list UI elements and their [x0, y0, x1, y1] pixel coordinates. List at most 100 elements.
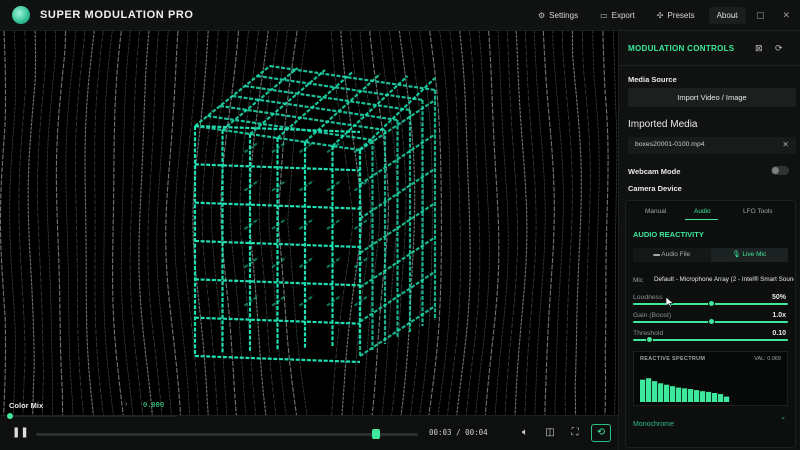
gain-label: Gain (Boost)	[633, 312, 672, 319]
mode-tabs: Manual Audio LFO Tools	[626, 201, 795, 221]
sparkle-icon: ✣	[656, 11, 664, 20]
camera-device-card: Manual Audio LFO Tools AUDIO REACTIVITY …	[625, 200, 796, 448]
loop-icon: ⟲	[596, 427, 606, 438]
spectrum-bar	[658, 383, 664, 402]
loudness-slider[interactable]	[633, 300, 788, 307]
file-name: boxes20001-0100.mp4	[635, 141, 705, 148]
spectrum-bar	[670, 386, 676, 402]
spectrum-bar	[694, 390, 700, 402]
gear-icon: ⚙	[538, 11, 546, 20]
lattice-cube	[193, 64, 437, 364]
pause-icon[interactable]: ❚❚	[12, 427, 29, 441]
live-mic-label: Live Mic	[742, 251, 767, 258]
close-icon[interactable]: ✕	[782, 10, 790, 21]
loop-button[interactable]: ⟲	[591, 424, 611, 442]
tab-manual[interactable]: Manual	[645, 208, 666, 215]
color-mix-value: 0.000	[143, 401, 165, 409]
threshold-value: 0.10	[772, 330, 786, 337]
panel-title: MODULATION CONTROLS	[628, 44, 735, 53]
seek-bar[interactable]	[36, 429, 418, 439]
spectrum-bar	[724, 396, 730, 402]
spectrum-bar	[706, 391, 712, 402]
total-time: 00:04	[465, 428, 488, 437]
close-panel-icon[interactable]: ⊠	[755, 43, 763, 54]
spectrum-title: REACTIVE SPECTRUM	[640, 356, 706, 362]
title-bar: SUPER MODULATION PRO ⚙ Settings ▭ Export ✣…	[0, 0, 800, 31]
color-mix-label: Color Mix	[9, 401, 44, 410]
split-view-icon[interactable]: ◫	[543, 427, 557, 441]
reactive-spectrum: REACTIVE SPECTRUM VAL: 0.069	[633, 351, 788, 406]
fullscreen-icon[interactable]: ⛶	[568, 427, 582, 441]
mic-label: Mic	[633, 277, 644, 284]
gain-slider[interactable]	[633, 318, 788, 325]
loudness-value: 50%	[771, 294, 786, 301]
minimize-icon[interactable]: —	[729, 11, 738, 21]
toggle-knob	[772, 167, 779, 174]
volume-icon[interactable]: 🔈︎	[518, 427, 532, 441]
menu-export[interactable]: ▭ Export	[592, 7, 643, 24]
gain-knob[interactable]	[707, 318, 715, 325]
menu-presets[interactable]: ✣ Presets	[649, 7, 703, 24]
spectrum-bar	[640, 379, 646, 402]
loudness-knob[interactable]	[707, 300, 715, 307]
color-mix-slider[interactable]	[9, 415, 177, 417]
refresh-icon[interactable]: ⟳	[775, 43, 783, 54]
mic-icon: 🎙︎	[732, 251, 743, 258]
menu-export-label: Export	[611, 11, 635, 20]
spectrum-bar	[646, 378, 652, 402]
chevron-down-icon: ⌄	[780, 414, 786, 421]
spectrum-bar	[652, 381, 658, 402]
spectrum-bar	[700, 391, 706, 402]
webcam-toggle[interactable]	[771, 166, 789, 175]
playback-bar: ❚❚ 00:03 / 00:04 🔈︎ ◫ ⛶ ⟲	[0, 415, 618, 450]
spectrum-value: VAL: 0.069	[754, 356, 781, 362]
spectrum-bar	[712, 393, 718, 402]
current-time: 00:03	[429, 428, 452, 437]
video-viewport[interactable]	[0, 31, 618, 415]
time-separator: /	[456, 428, 461, 437]
import-media-button[interactable]: Import Video / Image	[628, 88, 796, 107]
chevron-right-icon: ›	[125, 401, 128, 408]
color-mode-value: Monochrome	[633, 421, 674, 428]
seek-thumb[interactable]	[371, 429, 380, 439]
panel-header: MODULATION CONTROLS ⊠ ⟳	[619, 31, 800, 66]
tab-audio[interactable]: Audio	[694, 208, 711, 215]
threshold-slider[interactable]	[633, 336, 788, 343]
mic-device-select[interactable]: Default - Microphone Array (2 - Intel® S…	[654, 272, 794, 287]
spectrum-bars	[640, 378, 730, 402]
audio-file-label: Audio File	[661, 251, 691, 258]
audio-reactivity-title: AUDIO REACTIVITY	[633, 230, 704, 239]
time-readout: 00:03 / 00:04	[429, 428, 488, 437]
imported-media-label: Imported Media	[628, 119, 698, 130]
top-menu: ⚙ Settings ▭ Export ✣ Presets About	[530, 0, 746, 31]
camera-device-label: Camera Device	[628, 184, 682, 193]
loudness-label: Loudness	[633, 294, 663, 301]
remove-file-icon[interactable]: ✕	[782, 140, 789, 149]
modulated-render	[0, 31, 618, 415]
scanline-field	[0, 31, 618, 415]
spectrum-bar	[688, 389, 694, 402]
webcam-mode-label: Webcam Mode	[628, 167, 681, 176]
menu-settings[interactable]: ⚙ Settings	[530, 7, 586, 24]
media-source-label: Media Source	[628, 75, 677, 84]
menu-settings-label: Settings	[549, 11, 579, 20]
active-tab-indicator	[685, 219, 718, 220]
live-mic-button[interactable]: 🎙︎ Live Mic	[710, 248, 788, 262]
color-mode-select[interactable]: Monochrome ⌄	[633, 413, 788, 428]
export-icon: ▭	[600, 11, 608, 20]
imported-file-item[interactable]: boxes20001-0100.mp4 ✕	[628, 137, 796, 154]
menu-presets-label: Presets	[667, 11, 695, 20]
maximize-icon[interactable]: ▢	[756, 10, 765, 21]
threshold-knob[interactable]	[645, 336, 653, 343]
audio-file-button[interactable]: ▬ Audio File	[633, 248, 711, 262]
app-title: SUPER MODULATION PRO	[40, 9, 194, 21]
spectrum-bar	[718, 394, 724, 402]
gain-value: 1.0x	[772, 312, 786, 319]
spectrum-bar	[682, 388, 688, 402]
spectrum-bar	[664, 384, 670, 402]
mouse-cursor-icon	[666, 297, 674, 307]
audio-source-toggle: ▬ Audio File 🎙︎ Live Mic	[633, 248, 788, 262]
color-mix-knob[interactable]	[7, 413, 13, 419]
tab-lfo-tools[interactable]: LFO Tools	[743, 208, 773, 215]
spectrum-bar	[676, 387, 682, 402]
